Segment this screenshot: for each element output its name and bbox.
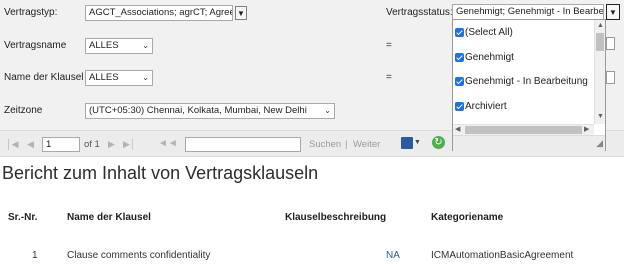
- scroll-left-icon[interactable]: ◀: [455, 125, 460, 135]
- first-page-icon[interactable]: │◀: [6, 139, 19, 150]
- vertragsstatus-dropdown[interactable]: Genehmigt; Genehmigt - In Bearbeitung: [452, 4, 604, 20]
- chevron-down-icon: ▼: [237, 8, 245, 18]
- cell-beschreibung-link[interactable]: NA: [386, 250, 400, 261]
- klausel-dropdown[interactable]: ALLES ⌄: [85, 70, 153, 86]
- klausel-null-checkbox[interactable]: [606, 71, 615, 84]
- option-label: Genehmigt: [465, 51, 514, 63]
- zeitzone-dropdown[interactable]: (UTC+05:30) Chennai, Kolkata, Mumbai, Ne…: [85, 103, 335, 119]
- next-page-icon[interactable]: ▶: [108, 139, 115, 150]
- checkbox-checked-icon[interactable]: [455, 52, 464, 62]
- klausel-operator: =: [386, 72, 392, 83]
- resize-area: ◢: [453, 135, 605, 151]
- page-number-input[interactable]: 1: [42, 137, 80, 152]
- zeitzone-value: (UTC+05:30) Chennai, Kolkata, Mumbai, Ne…: [89, 105, 307, 116]
- column-header-kategoriename: Kategoriename: [431, 212, 504, 223]
- vertragsstatus-label: Vertragsstatus:: [386, 7, 453, 18]
- column-header-beschreibung: Klauselbeschreibung: [285, 212, 387, 223]
- report-title: Bericht zum Inhalt von Vertragsklauseln: [2, 163, 319, 183]
- option-genehmigt-in-bearbeitung[interactable]: Genehmigt - In Bearbeitung: [455, 74, 588, 88]
- export-dropdown-icon[interactable]: ▼: [414, 139, 421, 146]
- previous-page-icon[interactable]: ◀: [27, 139, 34, 150]
- option-label: Genehmigt - In Bearbeitung: [465, 75, 588, 87]
- checkbox-checked-icon[interactable]: [455, 76, 464, 86]
- option-select-all[interactable]: (Select All): [455, 25, 513, 39]
- vertragsstatus-options-popup: (Select All) Genehmigt Genehmigt - In Be…: [452, 19, 606, 151]
- export-icon[interactable]: [401, 137, 413, 149]
- checkbox-checked-icon[interactable]: [455, 101, 464, 111]
- chevron-down-icon: ⌄: [324, 106, 331, 115]
- chevron-down-icon: ⌄: [142, 41, 149, 50]
- toolbar-separator: |: [345, 139, 348, 150]
- vertragsname-null-checkbox[interactable]: [606, 37, 615, 50]
- scroll-down-icon[interactable]: ▼: [597, 112, 604, 122]
- vertragsname-value: ALLES: [89, 40, 119, 51]
- search-input[interactable]: [185, 137, 301, 152]
- vertragstyp-label: Vertragstyp:: [4, 7, 58, 18]
- vertical-scrollbar[interactable]: ▲ ▼: [594, 20, 605, 124]
- cell-kategoriename: ICMAutomationBasicAgreement: [431, 250, 574, 261]
- option-archiviert[interactable]: Archiviert: [455, 99, 507, 113]
- last-page-icon[interactable]: ▶│: [123, 139, 136, 150]
- cell-sr-nr: 1: [32, 250, 38, 261]
- search-link[interactable]: Suchen: [309, 139, 341, 150]
- vertragsname-dropdown[interactable]: ALLES ⌄: [85, 38, 153, 54]
- horizontal-scrollbar[interactable]: ◀ ▶: [453, 124, 594, 135]
- vertragsstatus-value: Genehmigt; Genehmigt - In Bearbeitung: [456, 6, 604, 17]
- scroll-up-icon[interactable]: ▲: [597, 21, 604, 31]
- resize-grip-icon[interactable]: ◢: [596, 138, 603, 149]
- vertragsname-operator: =: [386, 40, 392, 51]
- cell-klausel-name: Clause comments confidentiality: [67, 250, 211, 261]
- vertical-scroll-thumb[interactable]: [596, 33, 604, 51]
- vertragstyp-value: AGCT_Associations; agrCT; Agreem: [89, 7, 233, 18]
- next-link[interactable]: Weiter: [353, 139, 380, 150]
- chevron-down-icon: ⌄: [142, 73, 149, 82]
- vertragstyp-dropdown-button[interactable]: ▼: [235, 6, 247, 20]
- refresh-icon[interactable]: ↻: [432, 136, 445, 149]
- checkbox-checked-icon[interactable]: [455, 27, 464, 37]
- page-number-value: 1: [46, 139, 52, 150]
- option-genehmigt[interactable]: Genehmigt: [455, 50, 514, 64]
- vertragsstatus-dropdown-button[interactable]: ▼: [606, 4, 620, 20]
- klausel-label: Name der Klausel: [4, 72, 84, 83]
- column-header-sr-nr: Sr.-Nr.: [8, 212, 38, 223]
- page-count: of 1: [84, 139, 100, 150]
- vertragstyp-dropdown[interactable]: AGCT_Associations; agrCT; Agreem: [85, 5, 233, 21]
- klausel-value: ALLES: [89, 72, 119, 83]
- vertragsname-label: Vertragsname: [4, 40, 67, 51]
- chevron-down-icon: ▼: [609, 7, 617, 17]
- column-header-klausel-name: Name der Klausel: [67, 212, 151, 223]
- option-label: (Select All): [465, 26, 513, 38]
- option-label: Archiviert: [465, 100, 507, 112]
- zeitzone-label: Zeitzone: [4, 105, 43, 116]
- back-icon[interactable]: ◄◄: [158, 138, 178, 149]
- horizontal-scroll-thumb[interactable]: [465, 126, 582, 134]
- scroll-right-icon[interactable]: ▶: [584, 125, 589, 135]
